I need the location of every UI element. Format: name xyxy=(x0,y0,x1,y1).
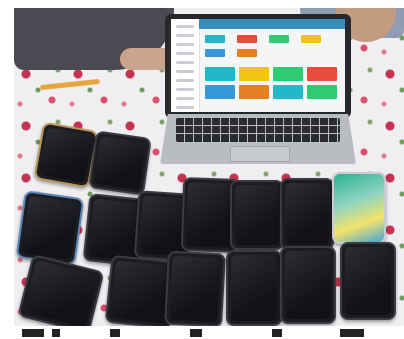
dashboard-card xyxy=(307,85,337,99)
smartphone xyxy=(230,180,284,250)
dashboard-tile xyxy=(237,35,257,43)
photo-scene xyxy=(0,0,404,339)
laptop-keyboard xyxy=(176,118,340,142)
dashboard-card xyxy=(307,67,337,81)
smartphone xyxy=(226,250,282,326)
app-sidebar xyxy=(171,19,200,112)
border-mark xyxy=(52,329,60,337)
smartphone xyxy=(340,242,396,320)
border-mark xyxy=(22,329,44,337)
dashboard-tile xyxy=(301,35,321,43)
dashboard-card xyxy=(273,85,303,99)
smartphone xyxy=(15,190,85,266)
laptop-trackpad xyxy=(230,146,290,162)
border-mark xyxy=(110,329,120,337)
dashboard-tile xyxy=(205,49,225,57)
smartphone xyxy=(164,250,226,328)
dashboard-card xyxy=(273,67,303,81)
smartphone xyxy=(280,246,336,324)
smartphone xyxy=(88,130,152,196)
dashboard-card xyxy=(239,85,269,99)
dashboard-tile xyxy=(205,35,225,43)
dashboard-card xyxy=(239,67,269,81)
smartphone-screen-on xyxy=(332,172,386,244)
app-topbar xyxy=(199,19,345,29)
bottom-border xyxy=(0,326,404,339)
laptop-screen xyxy=(171,19,345,112)
dashboard-card xyxy=(205,85,235,99)
app-dashboard xyxy=(203,33,341,108)
dashboard-tile xyxy=(237,49,257,57)
border-mark xyxy=(272,329,282,337)
border-mark xyxy=(190,329,202,337)
smartphone xyxy=(280,178,334,250)
dashboard-card xyxy=(205,67,235,81)
border-mark xyxy=(340,329,364,337)
dashboard-tile xyxy=(269,35,289,43)
